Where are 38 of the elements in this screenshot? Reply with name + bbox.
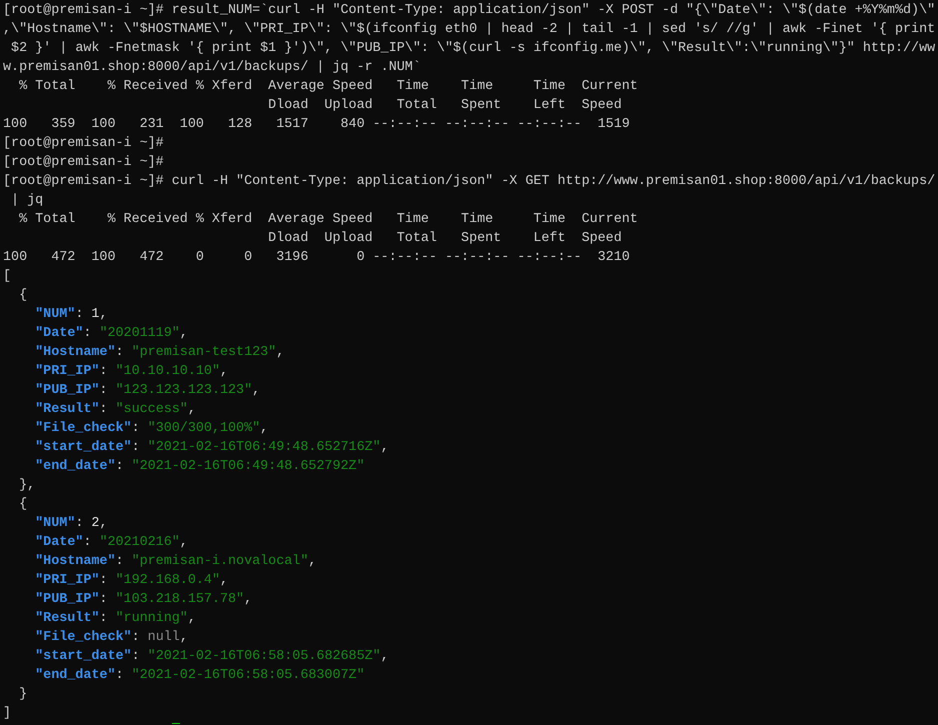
json-field: "Result": "running",: [35, 609, 196, 628]
terminal-line: 100 359 100 231 100 128 1517 840 --:--:-- --:--:-- --:--:-- 1519: [3, 116, 630, 134]
terminal-line: $2 }' | awk -Fnetmask '{ print $1 }')\", \"PUB_IP\": \"$(curl -s ifconfig.me)\", \"Result\":\"running\"}" http://ww: [10, 40, 935, 58]
json-field: "NUM": 1,: [35, 305, 108, 324]
terminal-line: [root@premisan-i ~]# result_NUM=`curl -H "Content-Type: application/json" -X POST -d "{\"Date\": \"$(date +%Y%m%d)\": [3, 2, 935, 20]
terminal-line: [root@premisan-i ~]#: [3, 154, 164, 172]
json-field: "end_date": "2021-02-16T06:58:05.683007Z": [35, 666, 365, 685]
json-field: "PUB_IP": "123.123.123.123",: [35, 381, 260, 400]
json-brace: {: [19, 496, 28, 514]
terminal-line: | jq: [10, 192, 44, 210]
terminal-line: [root@premisan-i ~]# curl -H "Content-Type: application/json" -X GET http://www.premisan01.shop:8000/api/v1/backups/: [3, 173, 935, 191]
terminal-line: 100 472 100 472 0 0 3196 0 --:--:-- --:--:-- --:--:-- 3210: [3, 249, 630, 267]
json-field: "Date": "20201119",: [35, 324, 188, 343]
json-field: "PUB_IP": "103.218.157.78",: [35, 590, 252, 609]
json-field: "PRI_IP": "192.168.0.4",: [35, 571, 228, 590]
terminal-line: ,\"Hostname\": \"$HOSTNAME\", \"PRI_IP\": \"$(ifconfig eth0 | head -2 | tail -1 | sed 's/ //g' | awk -Finet '{ print: [3, 21, 935, 39]
json-field: "File_check": "300/300,100%",: [35, 419, 268, 438]
json-field: "start_date": "2021-02-16T06:58:05.682685Z",: [35, 647, 389, 666]
json-field: "start_date": "2021-02-16T06:49:48.652716Z",: [35, 438, 389, 457]
terminal-line: [root@premisan-i ~]#: [3, 135, 164, 153]
terminal-line: % Total % Received % Xferd Average Speed Time Time Time Current: [18, 78, 638, 96]
json-field: "Date": "20210216",: [35, 533, 188, 552]
terminal-line: % Total % Received % Xferd Average Speed Time Time Time Current: [18, 211, 638, 229]
json-field: "NUM": 2,: [35, 514, 108, 533]
json-brace: {: [19, 287, 28, 305]
json-field: "Result": "success",: [35, 400, 196, 419]
json-brace: },: [19, 477, 36, 495]
json-field: "Hostname": "premisan-test123",: [35, 343, 284, 362]
json-bracket: ]: [3, 705, 12, 723]
json-field: "end_date": "2021-02-16T06:49:48.652792Z": [35, 457, 365, 476]
json-bracket: [: [3, 268, 12, 286]
terminal-line: Dload Upload Total Spent Left Speed: [267, 230, 622, 248]
terminal-line: Dload Upload Total Spent Left Speed: [267, 97, 622, 115]
json-field: "File_check": null,: [35, 628, 188, 647]
json-field: "Hostname": "premisan-i.novalocal",: [35, 552, 316, 571]
terminal-line: w.premisan01.shop:8000/api/v1/backups/ | jq -r .NUM`: [3, 59, 421, 77]
json-brace: }: [19, 686, 28, 704]
json-field: "PRI_IP": "10.10.10.10",: [35, 362, 228, 381]
